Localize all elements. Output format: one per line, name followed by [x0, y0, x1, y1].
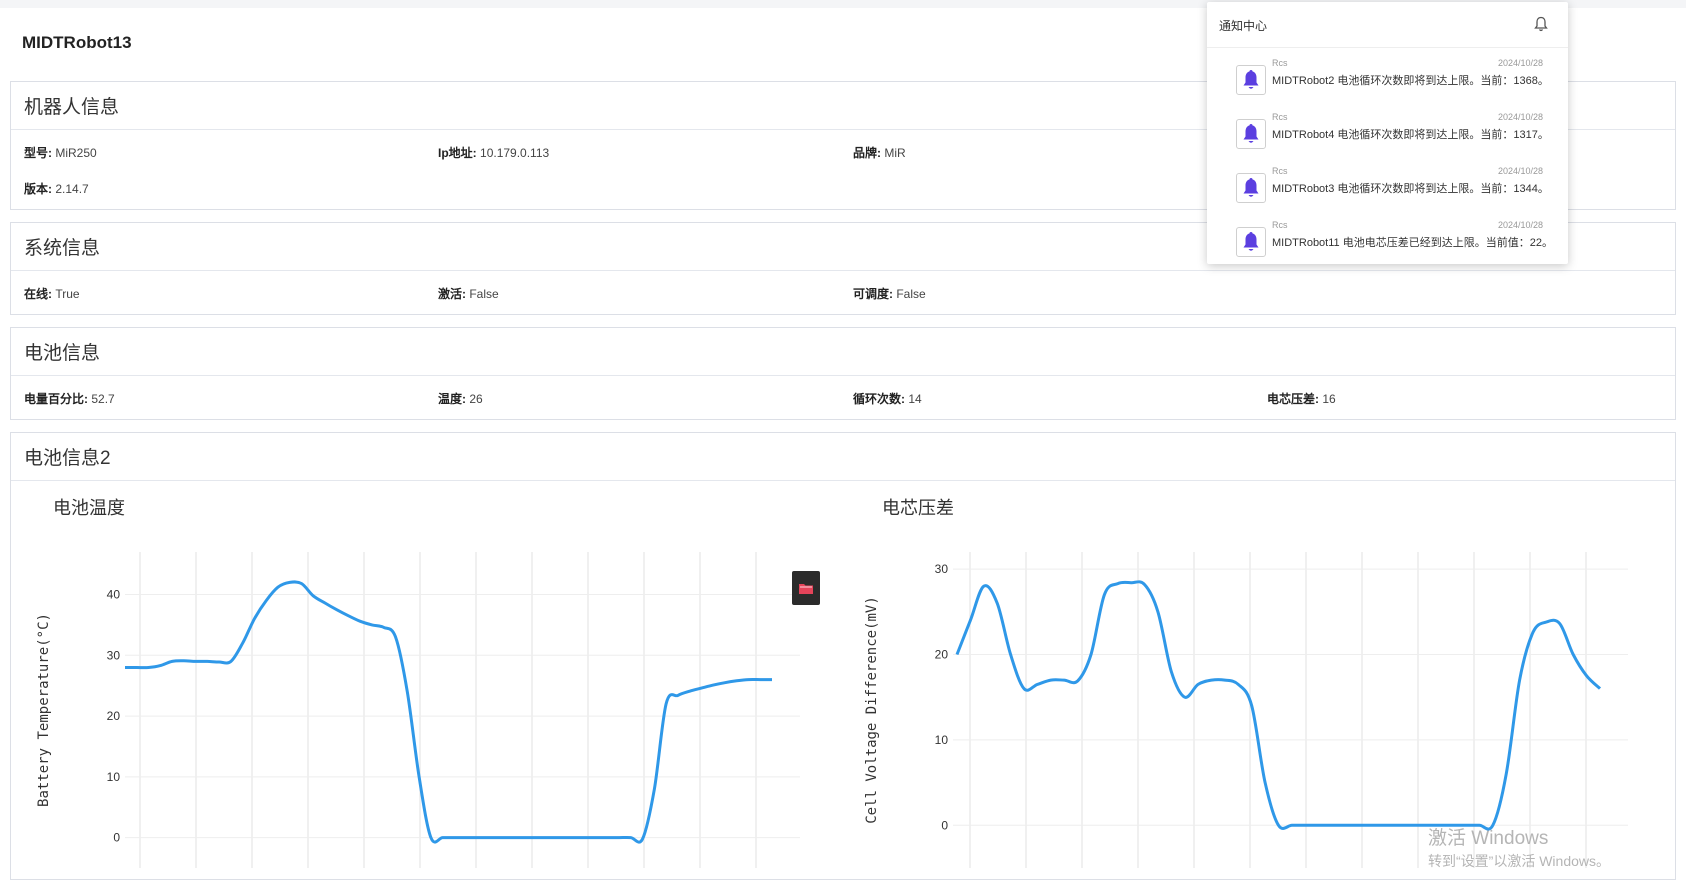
y-tick-label: 10 [107, 770, 121, 784]
series-line [955, 580, 1602, 831]
battery-info-card: 电池信息 电量百分比: 52.7 温度: 26 循环次数: 14 电芯压差: 1… [10, 327, 1676, 420]
y-tick-label: 30 [935, 562, 949, 576]
bell-icon [1236, 65, 1266, 95]
battery-info-header: 电池信息 [11, 328, 1675, 376]
notification-item[interactable]: Rcs 2024/10/28 MIDTRobot4 电池循环次数即将到达上限。当… [1207, 107, 1568, 161]
y-tick-label: 20 [935, 647, 949, 661]
bell-icon[interactable] [1534, 16, 1548, 37]
field-brand: 品牌: MiR [853, 146, 906, 160]
field-model: 型号: MiR250 [24, 146, 97, 160]
field-version: 版本: 2.14.7 [24, 182, 89, 196]
field-online: 在线: True [24, 287, 80, 301]
notification-message: MIDTRobot4 电池循环次数即将到达上限。当前：1317。 [1272, 129, 1549, 141]
field-cell-voltage-diff: 电芯压差: 16 [1267, 392, 1336, 406]
page-title: MIDTRobot13 [22, 33, 132, 52]
notification-item[interactable]: Rcs 2024/10/28 MIDTRobot11 电池电芯压差已经到达上限。… [1207, 215, 1568, 269]
field-cycle-count: 循环次数: 14 [853, 392, 922, 406]
bell-icon [1236, 173, 1266, 203]
chart-temperature-title: 电池温度 [53, 498, 125, 518]
notification-message: MIDTRobot3 电池循环次数即将到达上限。当前：1344。 [1272, 183, 1549, 195]
field-activated: 激活: False [438, 287, 499, 301]
notification-message: MIDTRobot11 电池电芯压差已经到达上限。当前值：22。 [1272, 237, 1553, 249]
y-tick-label: 30 [107, 648, 121, 662]
y-axis-label: Cell Voltage Difference(mV) [864, 596, 880, 824]
y-tick-label: 20 [107, 709, 121, 723]
notification-date: 2024/10/28 [1497, 220, 1543, 230]
y-tick-label: 10 [935, 733, 949, 747]
windows-watermark: 激活 Windows [1428, 828, 1549, 849]
notification-panel: 通知中心 Rcs 2024/10/28 MIDTRobot2 电池循环次数即将到… [1207, 2, 1568, 264]
notification-item[interactable]: Rcs 2024/10/28 MIDTRobot2 电池循环次数即将到达上限。当… [1207, 53, 1568, 107]
y-axis-label: Battery Temperature(°C) [36, 613, 52, 807]
notification-date: 2024/10/28 [1497, 58, 1543, 68]
notification-item[interactable]: Rcs 2024/10/28 MIDTRobot3 电池循环次数即将到达上限。当… [1207, 161, 1568, 215]
y-tick-label: 40 [107, 588, 121, 602]
field-battery-percent: 电量百分比: 52.7 [24, 392, 115, 406]
notification-source: Rcs [1272, 112, 1288, 122]
y-tick-label: 0 [941, 818, 948, 832]
notification-source: Rcs [1272, 220, 1288, 230]
battery-temperature-chart: Battery Temperature(°C) 0 10 20 30 40 [36, 552, 800, 868]
bell-icon [1236, 119, 1266, 149]
notification-date: 2024/10/28 [1497, 112, 1543, 122]
notification-header: 通知中心 [1207, 2, 1568, 48]
notification-source: Rcs [1272, 166, 1288, 176]
windows-watermark-sub: 转到“设置”以激活 Windows。 [1428, 853, 1611, 869]
notification-message: MIDTRobot2 电池循环次数即将到达上限。当前：1368。 [1272, 75, 1549, 87]
notification-source: Rcs [1272, 58, 1288, 68]
export-folder-button[interactable] [792, 571, 820, 605]
folder-icon [799, 583, 813, 594]
field-temperature: 温度: 26 [438, 392, 483, 406]
chart-voltage-title: 电芯压差 [882, 498, 954, 518]
y-tick-label: 0 [113, 831, 120, 845]
series-line [125, 580, 772, 844]
field-dispatchable: 可调度: False [853, 287, 926, 301]
bell-icon [1236, 227, 1266, 257]
battery-info2-header: 电池信息2 [11, 433, 1675, 481]
notification-date: 2024/10/28 [1497, 166, 1543, 176]
cell-voltage-chart: Cell Voltage Difference(mV) 0 10 20 30 [864, 552, 1628, 868]
field-ip: Ip地址: 10.179.0.113 [438, 146, 550, 160]
notification-title: 通知中心 [1219, 19, 1268, 33]
